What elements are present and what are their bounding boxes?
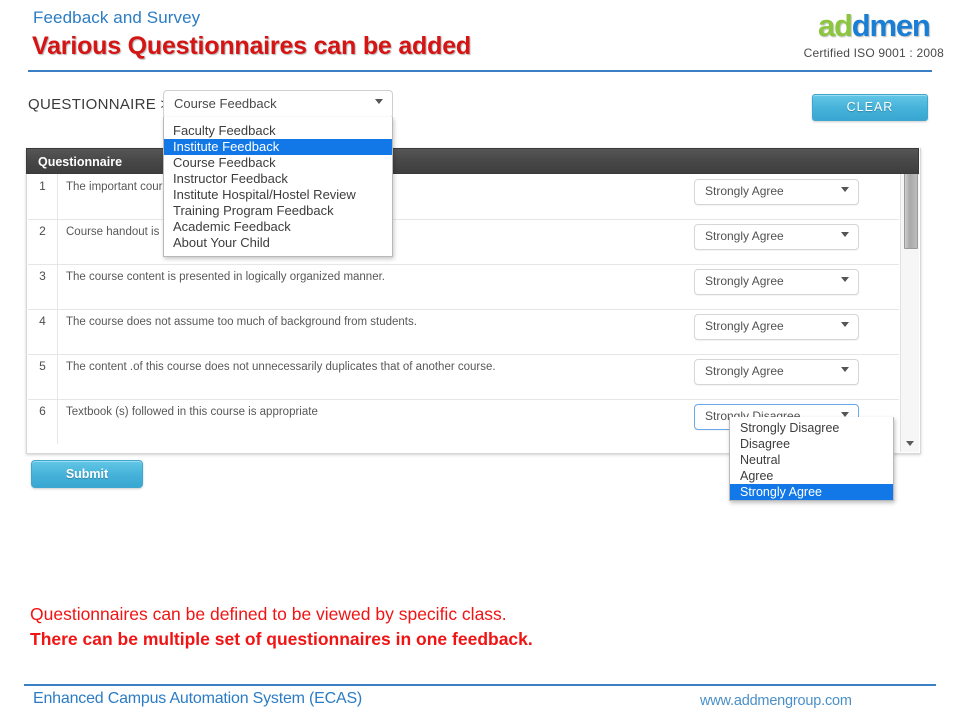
chevron-down-icon (841, 187, 849, 192)
questionnaire-option[interactable]: Course Feedback (164, 155, 392, 171)
chevron-down-icon (375, 99, 383, 104)
slide-eyebrow: Feedback and Survey (33, 8, 201, 27)
addmen-logo: addmen Certified ISO 9001 : 2008 (804, 10, 944, 60)
chevron-down-icon (841, 232, 849, 237)
answer-select-value: Strongly Agree (705, 319, 784, 333)
questionnaire-option[interactable]: Training Program Feedback (164, 203, 392, 219)
answer-select[interactable]: Strongly Agree (694, 224, 859, 250)
submit-button[interactable]: Submit (31, 460, 143, 488)
row-number: 5 (28, 354, 58, 399)
application-screenshot: QUESTIONNAIRE > Course Feedback CLEAR Qu… (0, 82, 960, 512)
table-row: 1 The important course was taught. Stron… (28, 174, 899, 220)
table-row: 3 The course content is presented in log… (28, 264, 899, 310)
row-number: 6 (28, 399, 58, 444)
questionnaire-option[interactable]: Academic Feedback (164, 219, 392, 235)
answer-select-value: Strongly Agree (705, 274, 784, 288)
logo-letter-a: a (817, 8, 835, 43)
questionnaire-option[interactable]: Instructor Feedback (164, 171, 392, 187)
questionnaire-panel: 1 The important course was taught. Stron… (26, 148, 921, 454)
logo-iso-certification: Certified ISO 9001 : 2008 (803, 46, 944, 60)
answer-option-selected[interactable]: Strongly Agree (730, 484, 893, 500)
slide-header: Feedback and Survey Various Questionnair… (0, 0, 960, 78)
answer-select[interactable]: Strongly Agree (694, 179, 859, 205)
chevron-down-icon (841, 367, 849, 372)
title-divider (28, 70, 932, 72)
vertical-scrollbar[interactable] (900, 149, 919, 452)
logo-letter-d1: d (833, 8, 853, 43)
note-line-2: There can be multiple set of questionnai… (30, 629, 533, 649)
answer-dropdown-list[interactable]: Strongly Disagree Disagree Neutral Agree… (729, 417, 894, 501)
questionnaire-option[interactable]: About Your Child (164, 235, 392, 251)
footer-website-link[interactable]: www.addmengroup.com (700, 693, 852, 709)
logo-letters-men: men (869, 8, 930, 43)
answer-select-value: Strongly Agree (705, 184, 784, 198)
row-number: 2 (28, 219, 58, 264)
row-question-text: Textbook (s) followed in this course is … (66, 406, 318, 418)
panel-header: Questionnaire (26, 148, 919, 174)
footer-divider (24, 684, 936, 686)
answer-select[interactable]: Strongly Agree (694, 269, 859, 295)
chevron-down-icon (841, 322, 849, 327)
row-question-text: The course does not assume too much of b… (66, 316, 417, 328)
row-number: 1 (28, 174, 58, 219)
answer-select-value: Strongly Agree (705, 364, 784, 378)
row-question-text: The content .of this course does not unn… (66, 361, 496, 373)
row-number: 3 (28, 264, 58, 309)
table-row: 4 The course does not assume too much of… (28, 309, 899, 355)
questionnaire-dropdown-list[interactable]: Faculty Feedback Institute Feedback Cour… (163, 117, 393, 257)
questionnaire-label: QUESTIONNAIRE > (28, 96, 170, 113)
answer-option[interactable]: Agree (730, 468, 893, 484)
chevron-down-icon (841, 277, 849, 282)
answer-select[interactable]: Strongly Agree (694, 314, 859, 340)
questionnaire-select[interactable]: Course Feedback (163, 90, 393, 119)
answer-option[interactable]: Strongly Disagree (730, 420, 893, 436)
row-number: 4 (28, 309, 58, 354)
answer-option[interactable]: Neutral (730, 452, 893, 468)
scrollbar-thumb[interactable] (904, 169, 918, 249)
answer-select-value: Strongly Agree (705, 229, 784, 243)
note-line-1: Questionnaires can be defined to be view… (30, 604, 507, 624)
scroll-down-arrow-icon[interactable] (901, 436, 919, 452)
logo-letter-d2: d (851, 8, 871, 43)
questionnaire-option-selected[interactable]: Institute Feedback (164, 139, 392, 155)
clear-button[interactable]: CLEAR (812, 94, 928, 121)
questionnaire-option[interactable]: Institute Hospital/Hostel Review (164, 187, 392, 203)
row-question-text: The course content is presented in logic… (66, 271, 385, 283)
slide-notes: Questionnaires can be defined to be view… (30, 602, 730, 652)
answer-select[interactable]: Strongly Agree (694, 359, 859, 385)
questionnaire-option[interactable]: Faculty Feedback (164, 123, 392, 139)
footer-product-name: Enhanced Campus Automation System (ECAS) (33, 690, 363, 707)
questionnaire-select-value: Course Feedback (174, 96, 277, 111)
logo-wordmark: addmen (804, 10, 944, 41)
page-title: Various Questionnaires can be added (32, 32, 471, 60)
table-row: 2 Course handout is cl Strongly Agree (28, 219, 899, 265)
table-row: 5 The content .of this course does not u… (28, 354, 899, 400)
answer-option[interactable]: Disagree (730, 436, 893, 452)
